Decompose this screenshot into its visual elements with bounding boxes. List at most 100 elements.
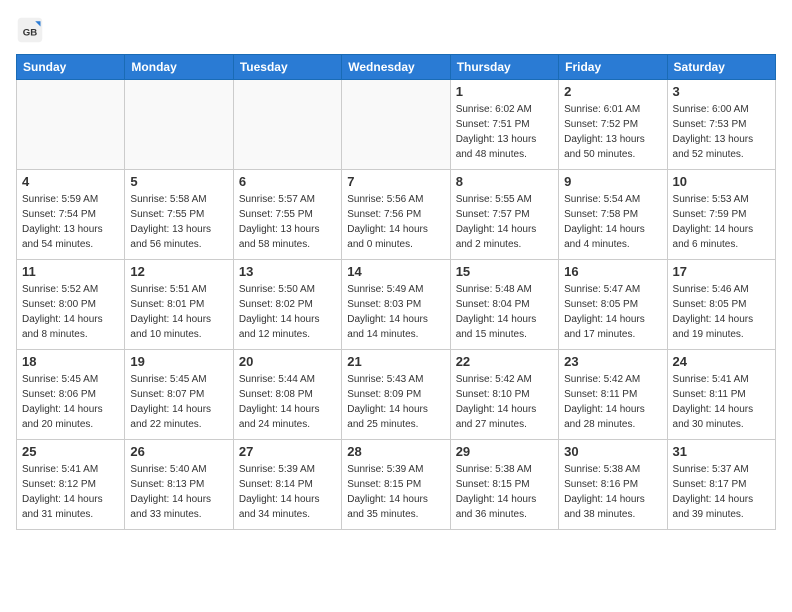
weekday-header-wednesday: Wednesday <box>342 55 450 80</box>
day-number: 30 <box>564 444 661 459</box>
day-number: 21 <box>347 354 444 369</box>
calendar-cell: 12 Sunrise: 5:51 AM Sunset: 8:01 PM Dayli… <box>125 260 233 350</box>
calendar-cell <box>125 80 233 170</box>
day-info: Sunrise: 5:45 AM Sunset: 8:06 PM Dayligh… <box>22 372 119 432</box>
week-row-1: 1 Sunrise: 6:02 AM Sunset: 7:51 PM Daylig… <box>17 80 776 170</box>
calendar-cell: 28Sunrise: 5:39 AM Sunset: 8:15 PM Dayli… <box>342 440 450 530</box>
day-number: 6 <box>239 174 336 189</box>
day-info: Sunrise: 5:44 AM Sunset: 8:08 PM Dayligh… <box>239 372 336 432</box>
day-info: Sunrise: 5:41 AM Sunset: 8:12 PM Dayligh… <box>22 462 119 522</box>
day-info: Sunrise: 5:46 AM Sunset: 8:05 PM Dayligh… <box>673 282 770 342</box>
calendar-cell: 26 Sunrise: 5:40 AM Sunset: 8:13 PM Dayli… <box>125 440 233 530</box>
calendar-cell: 27 Sunrise: 5:39 AM Sunset: 8:14 PM Dayli… <box>233 440 341 530</box>
logo-icon: GB <box>16 16 44 44</box>
day-number: 14 <box>347 264 444 279</box>
calendar-cell <box>17 80 125 170</box>
calendar-cell: 8 Sunrise: 5:55 AM Sunset: 7:57 PM Daylig… <box>450 170 558 260</box>
day-number: 5 <box>130 174 227 189</box>
calendar-cell: 23 Sunrise: 5:42 AM Sunset: 8:11 PM Dayli… <box>559 350 667 440</box>
calendar-body: 1 Sunrise: 6:02 AM Sunset: 7:51 PM Daylig… <box>17 80 776 530</box>
week-row-2: 4 Sunrise: 5:59 AM Sunset: 7:54 PM Daylig… <box>17 170 776 260</box>
calendar-cell: 7Sunrise: 5:56 AM Sunset: 7:56 PM Daylig… <box>342 170 450 260</box>
day-number: 18 <box>22 354 119 369</box>
day-number: 29 <box>456 444 553 459</box>
calendar-cell: 11 Sunrise: 5:52 AM Sunset: 8:00 PM Dayli… <box>17 260 125 350</box>
day-info: Sunrise: 5:59 AM Sunset: 7:54 PM Dayligh… <box>22 192 119 252</box>
weekday-header-monday: Monday <box>125 55 233 80</box>
day-number: 11 <box>22 264 119 279</box>
day-info: Sunrise: 5:58 AM Sunset: 7:55 PM Dayligh… <box>130 192 227 252</box>
weekday-header-row: SundayMondayTuesdayWednesdayThursdayFrid… <box>17 55 776 80</box>
day-info: Sunrise: 6:00 AM Sunset: 7:53 PM Dayligh… <box>673 102 770 162</box>
day-number: 1 <box>456 84 553 99</box>
svg-text:GB: GB <box>23 27 37 38</box>
calendar-cell: 4 Sunrise: 5:59 AM Sunset: 7:54 PM Daylig… <box>17 170 125 260</box>
day-info: Sunrise: 5:37 AM Sunset: 8:17 PM Dayligh… <box>673 462 770 522</box>
day-info: Sunrise: 5:51 AM Sunset: 8:01 PM Dayligh… <box>130 282 227 342</box>
calendar-cell <box>233 80 341 170</box>
calendar-cell: 18 Sunrise: 5:45 AM Sunset: 8:06 PM Dayli… <box>17 350 125 440</box>
calendar-cell: 14 Sunrise: 5:49 AM Sunset: 8:03 PM Dayli… <box>342 260 450 350</box>
day-info: Sunrise: 5:48 AM Sunset: 8:04 PM Dayligh… <box>456 282 553 342</box>
day-info: Sunrise: 5:45 AM Sunset: 8:07 PM Dayligh… <box>130 372 227 432</box>
day-info: Sunrise: 5:53 AM Sunset: 7:59 PM Dayligh… <box>673 192 770 252</box>
day-info: Sunrise: 5:39 AM Sunset: 8:14 PM Dayligh… <box>239 462 336 522</box>
calendar-cell: 30 Sunrise: 5:38 AM Sunset: 8:16 PM Dayli… <box>559 440 667 530</box>
calendar-cell: 9Sunrise: 5:54 AM Sunset: 7:58 PM Daylig… <box>559 170 667 260</box>
calendar-table: SundayMondayTuesdayWednesdayThursdayFrid… <box>16 54 776 530</box>
weekday-header-sunday: Sunday <box>17 55 125 80</box>
day-number: 26 <box>130 444 227 459</box>
calendar-cell: 13 Sunrise: 5:50 AM Sunset: 8:02 PM Dayli… <box>233 260 341 350</box>
day-info: Sunrise: 5:49 AM Sunset: 8:03 PM Dayligh… <box>347 282 444 342</box>
day-number: 9 <box>564 174 661 189</box>
calendar-cell: 2 Sunrise: 6:01 AM Sunset: 7:52 PM Daylig… <box>559 80 667 170</box>
day-number: 3 <box>673 84 770 99</box>
calendar-cell <box>342 80 450 170</box>
calendar-cell: 1 Sunrise: 6:02 AM Sunset: 7:51 PM Daylig… <box>450 80 558 170</box>
calendar-cell: 20Sunrise: 5:44 AM Sunset: 8:08 PM Dayli… <box>233 350 341 440</box>
day-number: 4 <box>22 174 119 189</box>
day-info: Sunrise: 5:55 AM Sunset: 7:57 PM Dayligh… <box>456 192 553 252</box>
day-info: Sunrise: 6:02 AM Sunset: 7:51 PM Dayligh… <box>456 102 553 162</box>
calendar-cell: 25 Sunrise: 5:41 AM Sunset: 8:12 PM Dayli… <box>17 440 125 530</box>
week-row-5: 25 Sunrise: 5:41 AM Sunset: 8:12 PM Dayli… <box>17 440 776 530</box>
day-number: 8 <box>456 174 553 189</box>
calendar-cell: 16 Sunrise: 5:47 AM Sunset: 8:05 PM Dayli… <box>559 260 667 350</box>
weekday-header-tuesday: Tuesday <box>233 55 341 80</box>
day-info: Sunrise: 5:41 AM Sunset: 8:11 PM Dayligh… <box>673 372 770 432</box>
day-number: 7 <box>347 174 444 189</box>
day-number: 15 <box>456 264 553 279</box>
day-info: Sunrise: 5:52 AM Sunset: 8:00 PM Dayligh… <box>22 282 119 342</box>
week-row-4: 18 Sunrise: 5:45 AM Sunset: 8:06 PM Dayli… <box>17 350 776 440</box>
day-info: Sunrise: 5:38 AM Sunset: 8:15 PM Dayligh… <box>456 462 553 522</box>
day-info: Sunrise: 6:01 AM Sunset: 7:52 PM Dayligh… <box>564 102 661 162</box>
day-info: Sunrise: 5:43 AM Sunset: 8:09 PM Dayligh… <box>347 372 444 432</box>
day-number: 31 <box>673 444 770 459</box>
day-info: Sunrise: 5:40 AM Sunset: 8:13 PM Dayligh… <box>130 462 227 522</box>
day-number: 27 <box>239 444 336 459</box>
day-number: 22 <box>456 354 553 369</box>
day-number: 28 <box>347 444 444 459</box>
weekday-header-thursday: Thursday <box>450 55 558 80</box>
calendar-cell: 29 Sunrise: 5:38 AM Sunset: 8:15 PM Dayli… <box>450 440 558 530</box>
calendar-cell: 10Sunrise: 5:53 AM Sunset: 7:59 PM Dayli… <box>667 170 775 260</box>
day-number: 13 <box>239 264 336 279</box>
day-info: Sunrise: 5:47 AM Sunset: 8:05 PM Dayligh… <box>564 282 661 342</box>
day-number: 25 <box>22 444 119 459</box>
day-info: Sunrise: 5:42 AM Sunset: 8:11 PM Dayligh… <box>564 372 661 432</box>
calendar-cell: 31 Sunrise: 5:37 AM Sunset: 8:17 PM Dayli… <box>667 440 775 530</box>
weekday-header-saturday: Saturday <box>667 55 775 80</box>
day-info: Sunrise: 5:38 AM Sunset: 8:16 PM Dayligh… <box>564 462 661 522</box>
day-number: 16 <box>564 264 661 279</box>
calendar-cell: 19Sunrise: 5:45 AM Sunset: 8:07 PM Dayli… <box>125 350 233 440</box>
page-header: GB <box>16 16 776 44</box>
calendar-cell: 24 Sunrise: 5:41 AM Sunset: 8:11 PM Dayli… <box>667 350 775 440</box>
logo: GB <box>16 16 48 44</box>
week-row-3: 11 Sunrise: 5:52 AM Sunset: 8:00 PM Dayli… <box>17 260 776 350</box>
day-number: 24 <box>673 354 770 369</box>
day-number: 17 <box>673 264 770 279</box>
day-info: Sunrise: 5:50 AM Sunset: 8:02 PM Dayligh… <box>239 282 336 342</box>
day-number: 2 <box>564 84 661 99</box>
day-number: 12 <box>130 264 227 279</box>
day-number: 23 <box>564 354 661 369</box>
